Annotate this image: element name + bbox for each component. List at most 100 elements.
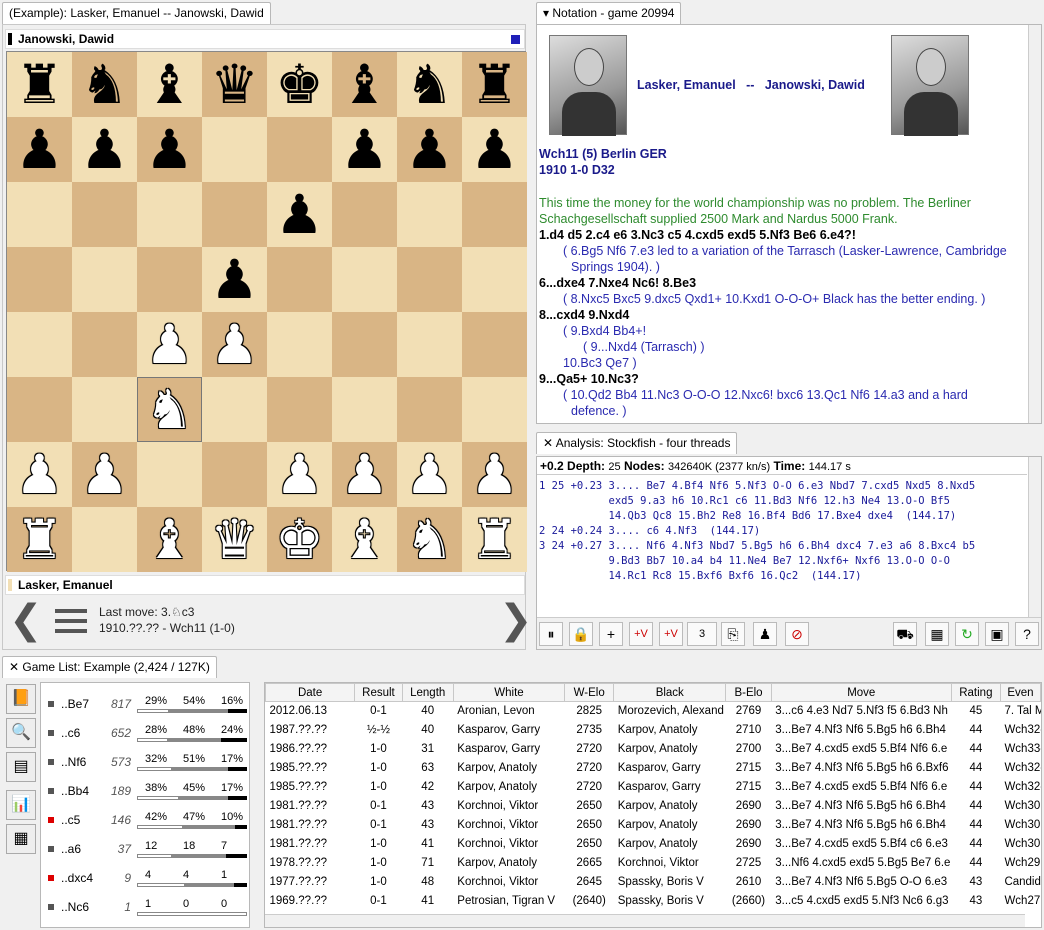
square-f2[interactable]: ♟ [332, 442, 397, 507]
table-row[interactable]: 1981.??.?? 0-1 43 Korchnoi, Viktor 2650 Karpo… [266, 816, 1041, 835]
column-header-move[interactable]: Move [770, 683, 952, 702]
square-h4[interactable] [462, 312, 527, 377]
white-b-piece[interactable]: ♝ [340, 512, 388, 567]
black-p-piece[interactable]: ♟ [405, 122, 453, 177]
analysis-line[interactable]: exd5 9.a3 h6 10.Rc1 c6 11.Bd3 Nf6 12.h3 … [539, 494, 950, 509]
square-f7[interactable]: ♟ [332, 117, 397, 182]
variation-4b[interactable]: defence. ) [571, 403, 1041, 419]
variation-1b[interactable]: Springs 1904). ) [571, 259, 1041, 275]
prev-move-button[interactable]: ❮ [9, 597, 43, 643]
square-g6[interactable] [397, 182, 462, 247]
black-r-piece[interactable]: ♜ [470, 57, 518, 112]
table-row[interactable]: 1985.??.?? 1-0 42 Karpov, Anatoly 2720 Kaspar… [266, 778, 1041, 797]
notation-scrollbar[interactable] [1028, 25, 1041, 423]
engine-window-button[interactable]: ▣ [985, 622, 1009, 646]
black-p-piece[interactable]: ♟ [470, 122, 518, 177]
next-move-button[interactable]: ❯ [499, 597, 533, 643]
table-row[interactable]: 2012.06.13 0-1 40 Aronian, Levon 2825 Morozev… [266, 702, 1041, 721]
lines-count-spinner[interactable]: 3 [687, 622, 717, 646]
menu-icon[interactable] [55, 609, 87, 639]
square-h7[interactable]: ♟ [462, 117, 527, 182]
black-p-piece[interactable]: ♟ [275, 187, 323, 242]
square-d3[interactable] [202, 377, 267, 442]
variation-1a[interactable]: ( 6.Bg5 Nf6 7.e3 led to a variation of t… [563, 243, 1041, 259]
refresh-button[interactable]: ↻ [955, 622, 979, 646]
table-row[interactable]: 1985.??.?? 1-0 63 Karpov, Anatoly 2720 Kaspar… [266, 759, 1041, 778]
white-p-piece[interactable]: ♟ [80, 447, 128, 502]
square-c3[interactable]: ♞ [137, 377, 202, 442]
analysis-line[interactable]: 3 24 +0.27 3.... Nf6 4.Nf3 Nbd7 5.Bg5 h6… [539, 539, 975, 554]
tablebase-button[interactable]: ▦ [925, 622, 949, 646]
square-f4[interactable] [332, 312, 397, 377]
square-f3[interactable] [332, 377, 397, 442]
black-q-piece[interactable]: ♛ [210, 57, 258, 112]
pause-button[interactable]: ⏸ [539, 622, 563, 646]
square-e6[interactable]: ♟ [267, 182, 332, 247]
analysis-line[interactable]: 14.Qb3 Qc8 15.Bh2 Re8 16.Bf4 Bd6 17.Bxe4… [539, 509, 957, 524]
square-e7[interactable] [267, 117, 332, 182]
square-e5[interactable] [267, 247, 332, 312]
square-a2[interactable]: ♟ [7, 442, 72, 507]
stats-chart-icon[interactable]: 📊 [6, 790, 36, 820]
engine-config-button[interactable]: ⛟ [893, 622, 917, 646]
notation-panel[interactable]: Lasker, Emanuel -- Janowski, Dawid Wch11… [536, 24, 1042, 424]
black-r-piece[interactable]: ♜ [15, 57, 63, 112]
square-h3[interactable] [462, 377, 527, 442]
black-p-piece[interactable]: ♟ [210, 252, 258, 307]
white-r-piece[interactable]: ♜ [470, 512, 518, 567]
analysis-scrollbar[interactable] [1028, 457, 1041, 617]
square-b3[interactable] [72, 377, 137, 442]
game-list-table[interactable]: Date Result Length White W-Elo Black B-Elo Move… [264, 682, 1042, 928]
square-c8[interactable]: ♝ [137, 52, 202, 117]
black-k-piece[interactable]: ♚ [275, 57, 323, 112]
square-d5[interactable]: ♟ [202, 247, 267, 312]
add-move-button[interactable]: + [599, 622, 623, 646]
analysis-line[interactable]: 14.Rc1 Rc8 15.Bxf6 Bxf6 16.Qc2 (144.17) [539, 569, 862, 584]
square-c7[interactable]: ♟ [137, 117, 202, 182]
tree-row[interactable]: ..Bb4 189 38% 45% 17% [41, 782, 247, 801]
square-g4[interactable] [397, 312, 462, 377]
engine-move-button[interactable]: ♟ [753, 622, 777, 646]
square-b6[interactable] [72, 182, 137, 247]
square-a3[interactable] [7, 377, 72, 442]
tree-row[interactable]: ..dxc4 9 4 4 1 [41, 869, 247, 888]
square-c5[interactable] [137, 247, 202, 312]
square-g7[interactable]: ♟ [397, 117, 462, 182]
mainline-1[interactable]: 1.d4 d5 2.c4 e6 3.Nc3 c5 4.cxd5 exd5 5.N… [539, 227, 1029, 243]
square-g5[interactable] [397, 247, 462, 312]
stop-engine-button[interactable]: ⊘ [785, 622, 809, 646]
square-e4[interactable] [267, 312, 332, 377]
square-c2[interactable] [137, 442, 202, 507]
square-g1[interactable]: ♞ [397, 507, 462, 572]
column-header-date[interactable]: Date [265, 683, 356, 702]
square-f5[interactable] [332, 247, 397, 312]
square-e2[interactable]: ♟ [267, 442, 332, 507]
square-a1[interactable]: ♜ [7, 507, 72, 572]
black-p-piece[interactable]: ♟ [145, 122, 193, 177]
square-d2[interactable] [202, 442, 267, 507]
add-all-variations-button[interactable]: +V [659, 622, 683, 646]
square-d4[interactable]: ♟ [202, 312, 267, 377]
white-p-piece[interactable]: ♟ [275, 447, 323, 502]
white-k-piece[interactable]: ♚ [275, 512, 323, 567]
white-r-piece[interactable]: ♜ [15, 512, 63, 567]
table-row[interactable]: 1977.??.?? 1-0 48 Korchnoi, Viktor 2645 Spass… [266, 873, 1041, 892]
black-b-piece[interactable]: ♝ [145, 57, 193, 112]
mainline-4[interactable]: 9...Qa5+ 10.Nc3? [539, 371, 1029, 387]
white-n-piece[interactable]: ♞ [405, 512, 453, 567]
square-b2[interactable]: ♟ [72, 442, 137, 507]
annotate-button[interactable]: ⎘ [721, 622, 745, 646]
analysis-line[interactable]: 2 24 +0.24 3.... c6 4.Nf3 (144.17) [539, 524, 760, 539]
table-row[interactable]: 1986.??.?? 1-0 31 Kasparov, Garry 2720 Karpov… [266, 740, 1041, 759]
black-p-piece[interactable]: ♟ [15, 122, 63, 177]
tree-row[interactable]: ..Nc6 1 1 0 0 [41, 898, 247, 917]
zoom-icon[interactable]: 🔍 [6, 718, 36, 748]
square-a6[interactable] [7, 182, 72, 247]
column-header-white[interactable]: White [452, 683, 566, 702]
white-b-piece[interactable]: ♝ [145, 512, 193, 567]
mainline-2[interactable]: 6...dxe4 7.Nxe4 Nc6! 8.Be3 [539, 275, 1029, 291]
chess-board[interactable]: ♜ ♞ ♝ ♛ ♚ ♝ ♞ ♜ ♟ ♟ ♟ ♟ ♟ ♟ ♟ ♟ ♟ ♟ ♞ ♟ ♟ ♟ ♟ ♟ ♟ ♜ ♝ ♛ ♚ ♝ ♞ ♜ [6, 51, 527, 572]
square-c1[interactable]: ♝ [137, 507, 202, 572]
table-row[interactable]: 1969.??.?? 0-1 41 Petrosian, Tigran V (2640)… [266, 892, 1041, 911]
tree-row[interactable]: ..c6 652 28% 48% 24% [41, 724, 247, 743]
